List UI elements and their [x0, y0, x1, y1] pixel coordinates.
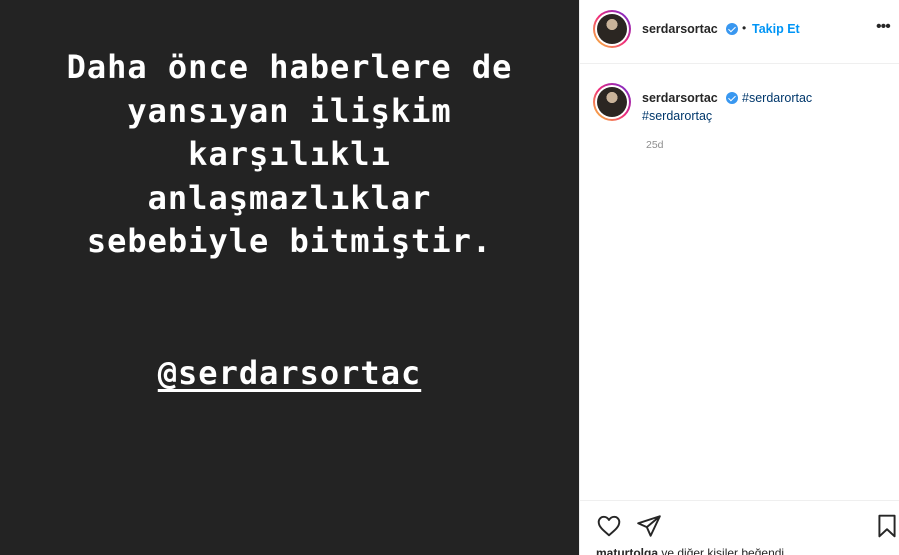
- verified-badge-icon: [726, 92, 738, 104]
- hashtag-link[interactable]: #serdarortaç: [642, 109, 712, 123]
- story-line: anlaşmazlıklar: [147, 178, 432, 217]
- verified-badge-icon: [726, 23, 738, 35]
- post-header: serdarsortac • Takip Et •••: [580, 0, 899, 64]
- post-timestamp[interactable]: 25d: [646, 139, 664, 151]
- header-separator: •: [742, 21, 747, 35]
- share-icon[interactable]: [636, 513, 662, 539]
- story-text: Daha önce haberlere de yansıyan ilişkim …: [0, 46, 579, 264]
- follow-button[interactable]: Takip Et: [752, 22, 800, 36]
- liker-username[interactable]: maturtolga: [596, 546, 658, 555]
- more-icon[interactable]: •••: [876, 19, 896, 36]
- story-line: yansıyan ilişkim: [127, 91, 452, 130]
- avatar[interactable]: [593, 10, 631, 48]
- likes-summary: maturtolga ve diğer kişiler beğendi: [596, 546, 784, 555]
- story-mention: @serdarsortac: [0, 354, 579, 392]
- heart-icon[interactable]: [596, 513, 622, 539]
- story-mention-text: @serdarsortac: [157, 354, 422, 392]
- post-sidebar: serdarsortac • Takip Et ••• serdarsortac…: [579, 0, 899, 555]
- header-username[interactable]: serdarsortac: [642, 22, 718, 36]
- story-line: Daha önce haberlere de: [66, 48, 513, 86]
- caption-username[interactable]: serdarsortac: [642, 91, 718, 105]
- actions-bar: maturtolga ve diğer kişiler beğendi: [580, 500, 899, 555]
- hashtag-link[interactable]: #serdarortac: [742, 91, 812, 105]
- story-image: Daha önce haberlere de yansıyan ilişkim …: [0, 0, 579, 555]
- story-line: sebebiyle bitmiştir.: [86, 222, 493, 260]
- bookmark-icon[interactable]: [874, 513, 899, 539]
- caption-avatar[interactable]: [593, 83, 631, 121]
- likes-suffix: ve diğer kişiler beğendi: [658, 546, 785, 555]
- story-line: karşılıklı: [188, 135, 391, 173]
